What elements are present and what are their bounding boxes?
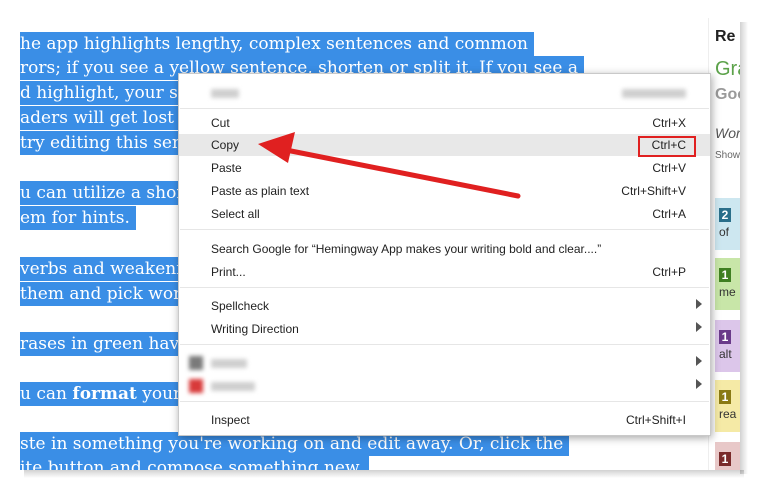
window-shadow-bottom [24,470,744,478]
window-shadow-right [740,22,748,474]
annotation-arrow [258,132,521,199]
annotation-arrow-head [258,132,295,163]
screenshot: he app highlights lengthy, complex sente… [20,18,740,470]
annotation-arrow-shaft [273,145,521,199]
